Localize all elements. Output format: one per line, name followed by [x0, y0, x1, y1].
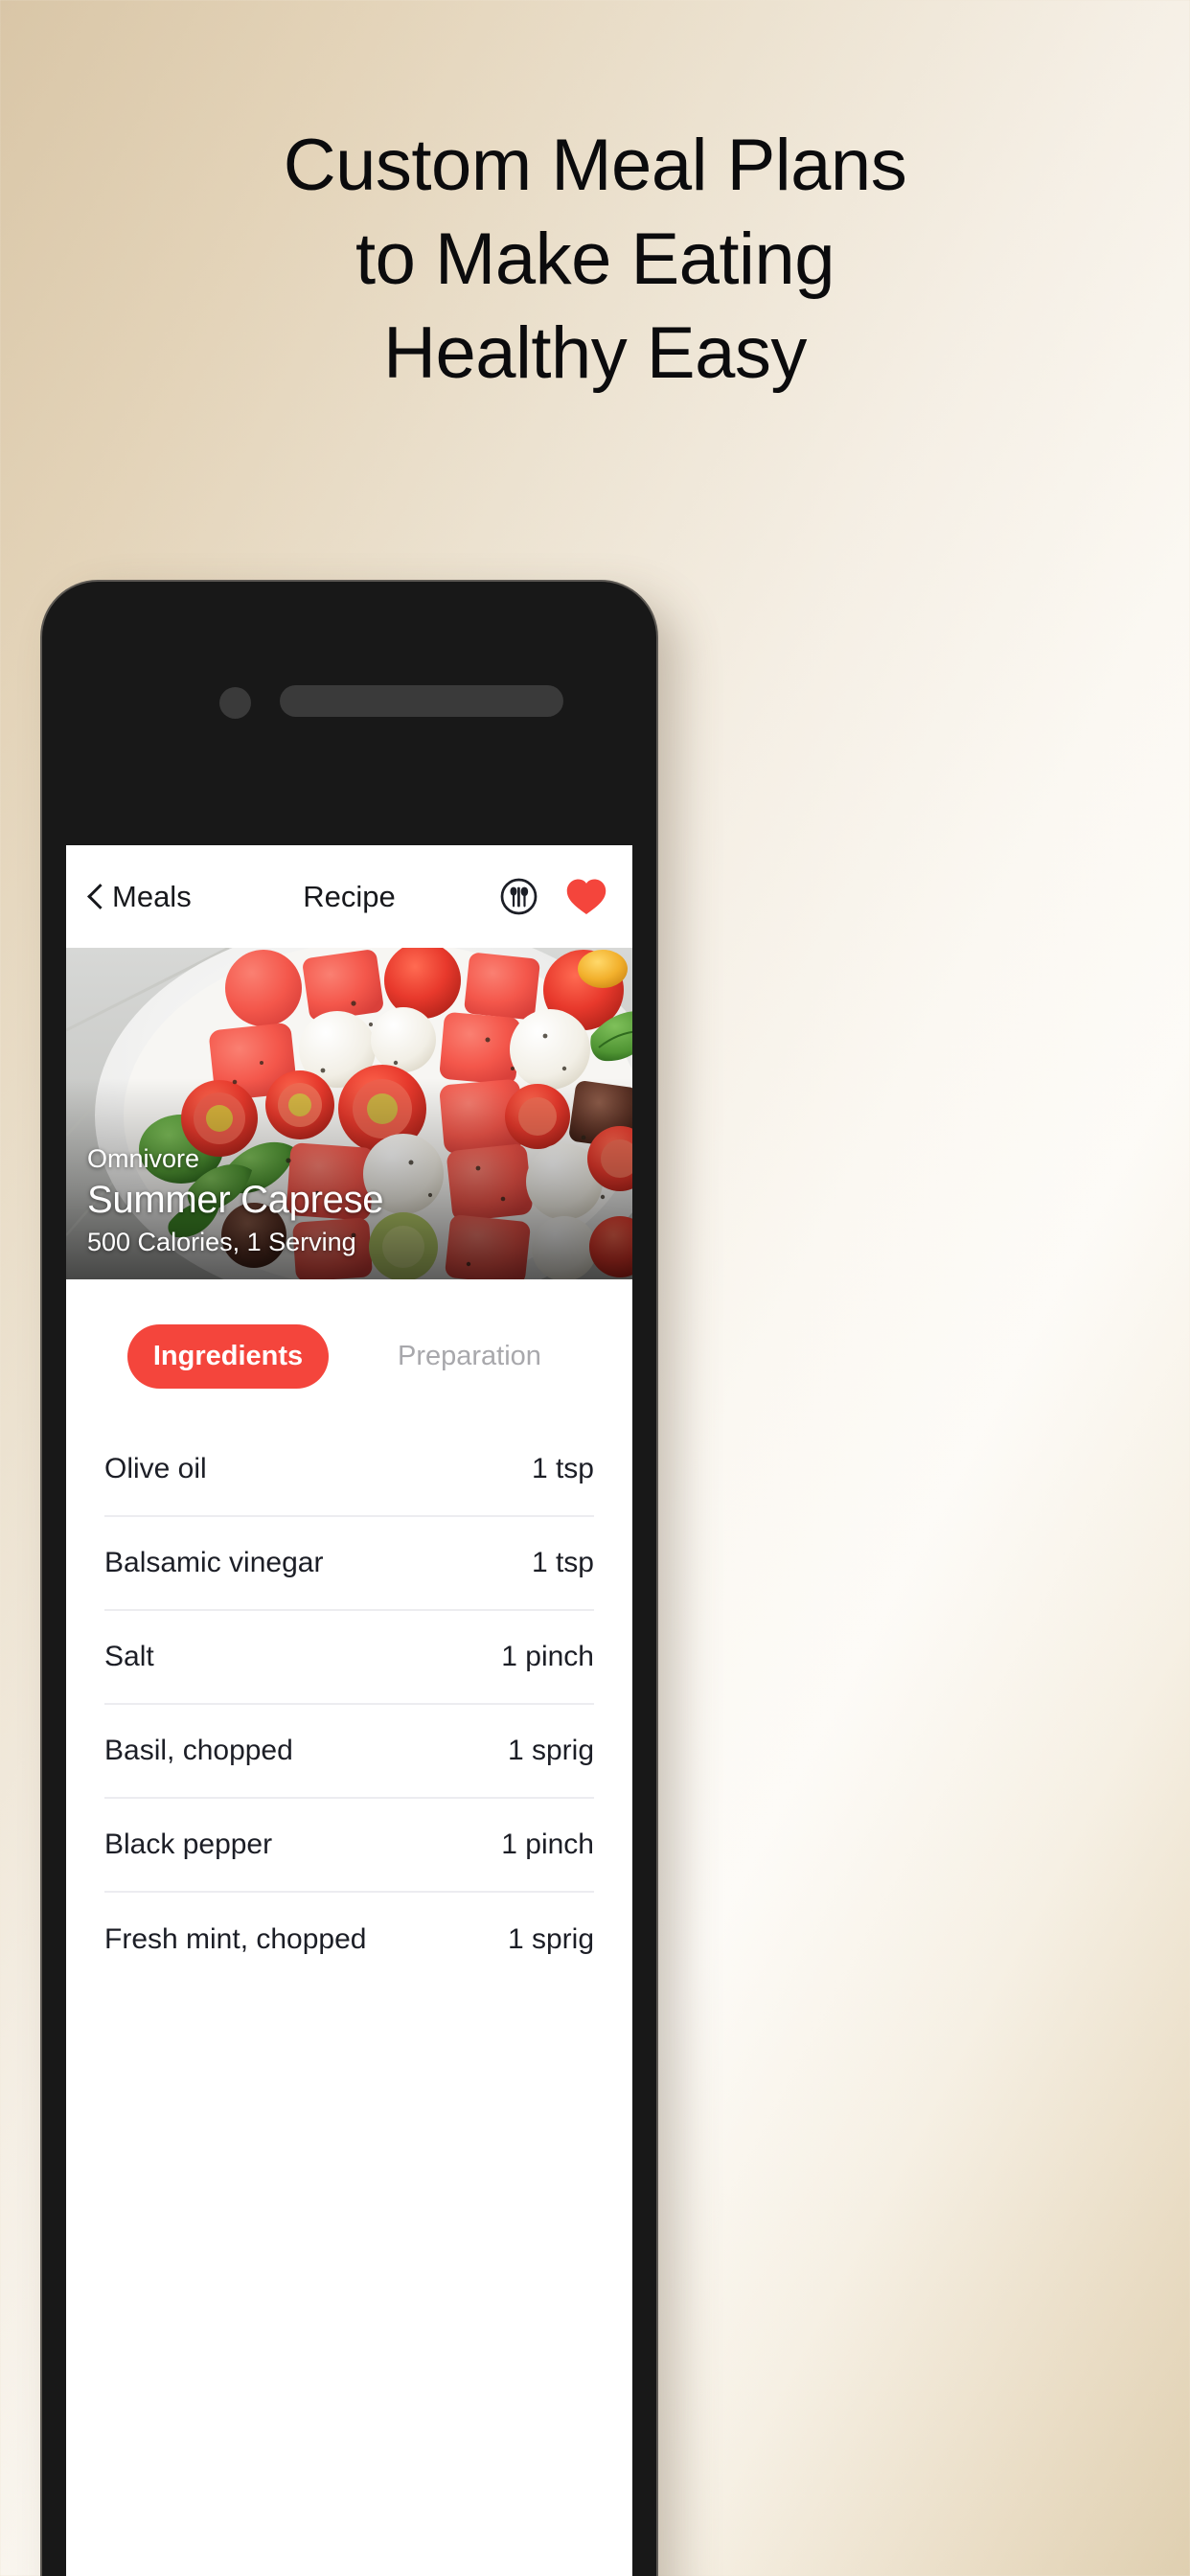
navbar: Meals Recipe — [66, 845, 632, 948]
recipe-diet-label: Omnivore — [87, 1144, 200, 1173]
tab-preparation[interactable]: Preparation — [398, 1324, 541, 1389]
earpiece-speaker-icon — [280, 685, 563, 717]
ingredient-quantity: 1 sprig — [507, 1923, 594, 1955]
recipe-tabs: Ingredients Preparation — [66, 1279, 632, 1423]
app-screen: Meals Recipe Omnivore Summer Caprese 500… — [66, 845, 632, 2576]
front-camera-icon — [219, 687, 251, 719]
headline-line-2: to Make Eating — [355, 218, 835, 300]
ingredient-row[interactable]: Basil, chopped 1 sprig — [104, 1705, 594, 1799]
ingredients-list: Olive oil 1 tsp Balsamic vinegar 1 tsp S… — [66, 1423, 632, 1987]
phone-device-mockup: Meals Recipe Omnivore Summer Caprese 500… — [42, 582, 656, 2576]
phone-top-bezel — [42, 582, 656, 783]
ingredient-name: Fresh mint, chopped — [104, 1923, 367, 1955]
recipe-title: Summer Caprese — [87, 1179, 384, 1221]
hero-caption: Omnivore Summer Caprese 500 Calories, 1 … — [87, 1141, 384, 1260]
headline-line-1: Custom Meal Plans — [283, 125, 907, 206]
back-button-label: Meals — [112, 879, 192, 913]
recipe-hero: Omnivore Summer Caprese 500 Calories, 1 … — [66, 948, 632, 1279]
ingredient-name: Basil, chopped — [104, 1735, 293, 1766]
ingredient-quantity: 1 tsp — [531, 1547, 594, 1578]
tab-ingredients[interactable]: Ingredients — [127, 1324, 329, 1389]
page-title: Custom Meal Plans to Make Eating Healthy… — [0, 119, 1190, 401]
ingredient-name: Olive oil — [104, 1453, 207, 1484]
ingredient-row[interactable]: Salt 1 pinch — [104, 1611, 594, 1705]
ingredient-row[interactable]: Olive oil 1 tsp — [104, 1423, 594, 1517]
ingredient-quantity: 1 pinch — [501, 1828, 594, 1860]
heart-icon[interactable] — [565, 877, 607, 916]
ingredient-quantity: 1 tsp — [531, 1453, 594, 1484]
chevron-left-icon — [87, 883, 103, 911]
ingredient-row[interactable]: Black pepper 1 pinch — [104, 1799, 594, 1893]
ingredient-row[interactable]: Balsamic vinegar 1 tsp — [104, 1517, 594, 1611]
back-button[interactable]: Meals — [87, 880, 192, 914]
ingredient-quantity: 1 sprig — [507, 1735, 594, 1766]
ingredient-row[interactable]: Fresh mint, chopped 1 sprig — [104, 1893, 594, 1987]
utensils-icon[interactable] — [499, 877, 538, 916]
ingredient-name: Salt — [104, 1641, 154, 1672]
ingredient-name: Black pepper — [104, 1828, 273, 1860]
navbar-actions — [499, 877, 607, 916]
ingredient-quantity: 1 pinch — [501, 1641, 594, 1672]
recipe-nutrition-meta: 500 Calories, 1 Serving — [87, 1228, 356, 1256]
ingredient-name: Balsamic vinegar — [104, 1547, 324, 1578]
headline-line-3: Healthy Easy — [383, 312, 807, 394]
